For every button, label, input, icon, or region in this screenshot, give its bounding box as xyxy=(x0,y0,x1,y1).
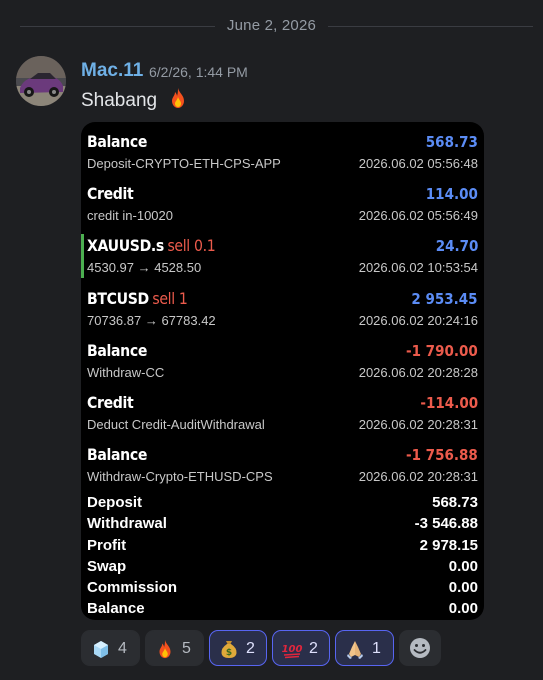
transaction-row: Balance -1 790.00 Withdraw-CC 2026.06.02 20… xyxy=(81,335,484,387)
summary-row-profit: Profit 2 978.15 xyxy=(81,537,484,558)
summary-value: 2 978.15 xyxy=(419,536,478,554)
transaction-title: Balance xyxy=(87,341,151,360)
trade-direction: sell 0.1 xyxy=(167,236,216,255)
transaction-amount: -114.00 xyxy=(420,394,478,412)
summary-value: 0.00 xyxy=(448,600,478,618)
transaction-title: Balance xyxy=(87,445,151,464)
folded-hands-icon xyxy=(344,638,366,660)
transaction-type: Balance xyxy=(87,132,148,151)
transaction-time: 2026.06.02 20:28:31 xyxy=(358,469,478,484)
transaction-embed: Balance 568.73 Deposit-CRYPTO-ETH-CPS-APP 2… xyxy=(81,122,484,620)
reaction-folded-hands[interactable]: 1 xyxy=(335,630,394,666)
transaction-amount: 24.70 xyxy=(435,237,478,255)
reaction-hundred-points[interactable]: 100 2 xyxy=(272,630,330,666)
summary-value: 568.73 xyxy=(432,494,478,511)
date-divider: June 2, 2026 xyxy=(0,14,543,38)
transaction-amount: 2 953.45 xyxy=(411,290,478,308)
transaction-row: XAUUSD.s sell 0.1 24.70 4530.97 → 4528.50 20… xyxy=(81,230,484,282)
transaction-title: BTCUSD sell 1 xyxy=(87,289,188,308)
avatar-car-image xyxy=(16,56,66,106)
divider-line-right xyxy=(328,26,533,27)
transaction-description: Deduct Credit-AuditWithdrawal xyxy=(87,417,265,432)
summary-row-commission: Commission 0.00 xyxy=(81,579,484,600)
summary-row-balance: Balance 0.00 xyxy=(81,600,484,620)
transaction-title: XAUUSD.s sell 0.1 xyxy=(87,236,216,255)
summary-value: -3 546.88 xyxy=(414,515,478,533)
transaction-amount: 568.73 xyxy=(425,133,478,151)
summary-value: 0.00 xyxy=(448,579,478,597)
transaction-description: Withdraw-CC xyxy=(87,365,165,380)
transaction-row: Credit 114.00 credit in-10020 2026.06.02 05… xyxy=(81,178,484,230)
transaction-description: Deposit-CRYPTO-ETH-CPS-APP xyxy=(87,156,281,171)
fire-icon xyxy=(154,638,176,660)
summary-value: 0.00 xyxy=(448,557,478,575)
message-text: Shabang xyxy=(81,90,158,112)
reaction-count: 1 xyxy=(372,640,381,657)
summary-label: Commission xyxy=(87,579,178,597)
transaction-title: Balance xyxy=(87,132,151,151)
transaction-description: Withdraw-Crypto-ETHUSD-CPS xyxy=(87,469,273,484)
smiley-icon xyxy=(410,638,430,658)
trade-direction: sell 1 xyxy=(152,289,188,308)
summary-label: Balance xyxy=(87,600,145,618)
summary-row-deposit: Deposit 568.73 xyxy=(81,494,484,515)
reaction-count: 5 xyxy=(182,640,191,657)
summary-section: Deposit 568.73 Withdrawal -3 546.88 Profit 2 … xyxy=(81,494,484,620)
transaction-title: Credit xyxy=(87,184,137,203)
reaction-money-bag[interactable]: $2 xyxy=(209,630,267,666)
summary-label: Profit xyxy=(87,536,127,554)
message-timestamp: 6/2/26, 1:44 PM xyxy=(149,64,248,80)
transaction-type: BTCUSD xyxy=(87,289,149,308)
reaction-ice-cube[interactable]: 4 xyxy=(81,630,140,666)
summary-row-withdrawal: Withdrawal -3 546.88 xyxy=(81,515,484,536)
transaction-type: Credit xyxy=(87,184,134,203)
transaction-description: 4530.97 → 4528.50 xyxy=(87,260,202,275)
transaction-title: Credit xyxy=(87,393,137,412)
transaction-amount: -1 756.88 xyxy=(406,446,478,464)
transaction-row: Credit -114.00 Deduct Credit-AuditWithdraw… xyxy=(81,387,484,439)
transaction-type: Balance xyxy=(87,341,148,360)
money-bag-icon: $ xyxy=(218,638,240,660)
highlight-bar xyxy=(81,234,84,278)
transaction-time: 2026.06.02 20:24:16 xyxy=(358,313,478,328)
avatar[interactable] xyxy=(16,56,66,106)
transaction-time: 2026.06.02 20:28:28 xyxy=(358,365,478,380)
summary-label: Swap xyxy=(87,557,127,575)
reaction-fire[interactable]: 5 xyxy=(145,630,204,666)
reaction-count: 2 xyxy=(309,640,318,657)
message-author[interactable]: Mac.11 xyxy=(81,60,143,82)
reaction-count: 2 xyxy=(246,640,255,657)
ice-cube-icon xyxy=(90,638,112,660)
transaction-time: 2026.06.02 20:28:31 xyxy=(358,417,478,432)
hundred-points-icon: 100 xyxy=(281,638,303,660)
summary-row-swap: Swap 0.00 xyxy=(81,558,484,579)
transaction-row: BTCUSD sell 1 2 953.45 70736.87 → 67783.42 2… xyxy=(81,283,484,335)
transaction-time: 2026.06.02 10:53:54 xyxy=(358,260,478,275)
transaction-amount: -1 790.00 xyxy=(406,342,478,360)
transaction-time: 2026.06.02 05:56:49 xyxy=(358,208,478,223)
transaction-amount: 114.00 xyxy=(425,185,478,203)
svg-text:$: $ xyxy=(226,648,232,658)
transaction-description: credit in-10020 xyxy=(87,208,173,223)
add-reaction-button[interactable] xyxy=(399,630,441,666)
message-content: Shabang xyxy=(81,86,190,116)
transaction-description: 70736.87 → 67783.42 xyxy=(87,313,216,328)
summary-label: Deposit xyxy=(87,494,143,511)
reaction-count: 4 xyxy=(118,640,127,657)
transaction-time: 2026.06.02 05:56:48 xyxy=(358,156,478,171)
transaction-type: XAUUSD.s xyxy=(87,236,164,255)
transaction-row: Balance -1 756.88 Withdraw-Crypto-ETHUSD-C… xyxy=(81,439,484,491)
transaction-type: Balance xyxy=(87,445,148,464)
fire-icon xyxy=(166,86,190,116)
summary-label: Withdrawal xyxy=(87,515,167,533)
transaction-type: Credit xyxy=(87,393,134,412)
transaction-row: Balance 568.73 Deposit-CRYPTO-ETH-CPS-APP 2… xyxy=(81,126,484,178)
